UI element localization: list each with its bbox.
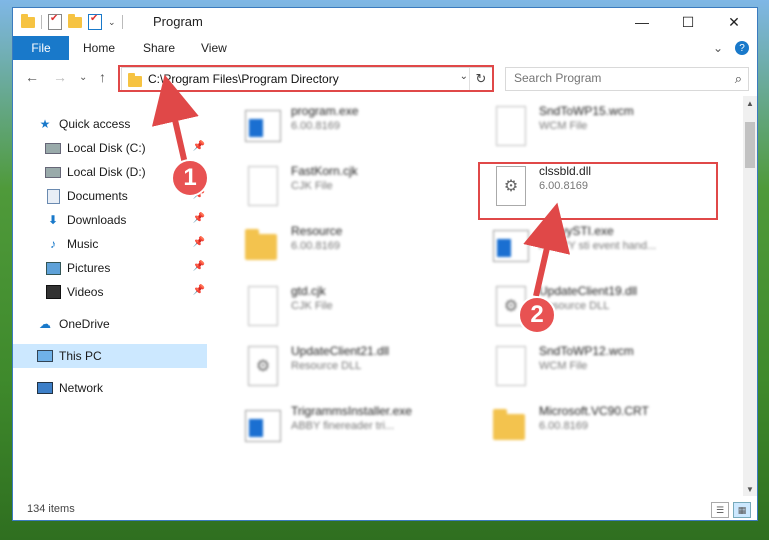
arrow-to-file <box>523 202 571 297</box>
annotation-arrows <box>151 74 571 297</box>
step-marker-1: 1 <box>171 159 209 197</box>
step-marker-2: 2 <box>518 296 556 334</box>
arrow-to-address <box>151 74 199 169</box>
